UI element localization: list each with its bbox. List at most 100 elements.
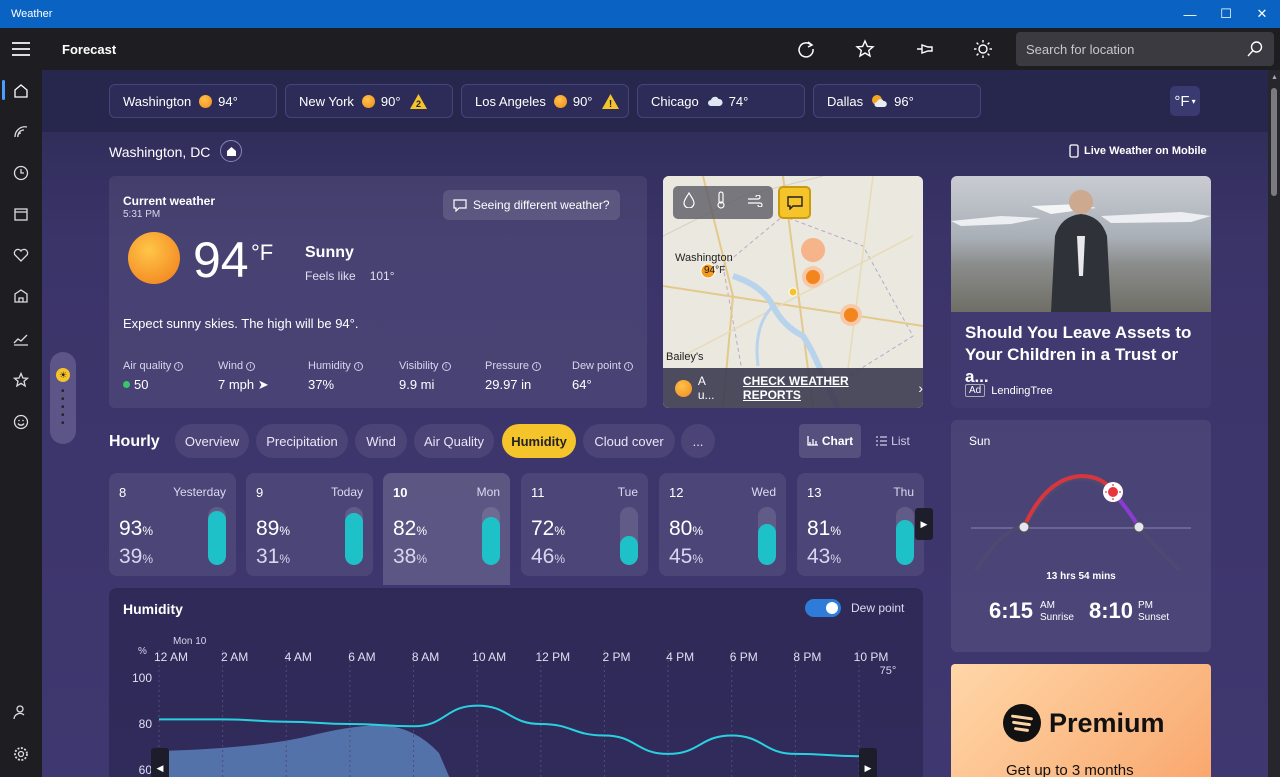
sidebar-home-icon[interactable] xyxy=(11,81,31,101)
tab-overview[interactable]: Overview xyxy=(175,424,249,458)
sunset-time: 8:10 xyxy=(1089,598,1134,623)
info-icon[interactable]: i xyxy=(174,362,184,371)
metric-wind[interactable]: Wind i 7 mph ➤ xyxy=(218,360,269,393)
day-card[interactable]: 8 Yesterday 93% 39% xyxy=(109,473,236,576)
favorite-star-icon[interactable] xyxy=(854,38,876,60)
scrollbar-thumb[interactable] xyxy=(1271,88,1277,196)
chart-scroll-left-button[interactable]: ◀ xyxy=(151,748,169,777)
day-number: 10 xyxy=(393,485,408,500)
weather-map[interactable]: Washington 94°F Bailey's A u... CHECK WE… xyxy=(663,176,923,408)
day-card[interactable]: 11 Tue 72% 46% xyxy=(521,473,648,576)
humidity-bar-fill xyxy=(482,517,500,565)
live-weather-mobile-link[interactable]: Live Weather on Mobile xyxy=(1069,144,1207,158)
sidebar-buildings-icon[interactable] xyxy=(11,286,31,306)
list-view-button[interactable]: List xyxy=(865,424,921,458)
temperature-layer-icon[interactable] xyxy=(716,191,726,214)
chart-scroll-right-button[interactable]: ▶ xyxy=(859,748,877,777)
sidebar-radar-icon[interactable] xyxy=(11,122,31,142)
metric-humidity[interactable]: Humidity i 37% xyxy=(308,360,363,392)
metric-air-quality[interactable]: Air quality i 50 xyxy=(123,360,184,392)
precipitation-layer-icon[interactable] xyxy=(683,191,695,213)
tab-cloud-cover[interactable]: Cloud cover xyxy=(583,424,675,458)
map-reports-layer-button[interactable] xyxy=(778,186,811,219)
tab-air-quality[interactable]: Air Quality xyxy=(414,424,494,458)
unit-label: °F xyxy=(1174,92,1190,110)
day-card[interactable]: 10 Mon 82% 38% xyxy=(383,473,510,585)
maximize-button[interactable]: ☐ xyxy=(1208,0,1244,28)
search-input[interactable]: Search for location xyxy=(1016,32,1274,66)
brightness-icon[interactable] xyxy=(972,38,994,60)
city-card-dallas[interactable]: Dallas 96° xyxy=(813,84,981,118)
ad-card-spotify[interactable]: Premium Get up to 3 months xyxy=(951,664,1211,777)
percent-sign: % xyxy=(279,552,291,566)
sidebar-settings-icon[interactable] xyxy=(11,744,31,764)
tab-more[interactable]: ... xyxy=(681,424,715,458)
city-card-washington[interactable]: Washington 94° xyxy=(109,84,277,118)
metric-visibility[interactable]: Visibility i 9.9 mi xyxy=(399,360,451,392)
scroll-up-icon[interactable]: ▲ xyxy=(1271,74,1278,81)
high-value: 80 xyxy=(669,517,693,540)
day-card[interactable]: 13 Thu 81% 43% xyxy=(797,473,924,576)
close-button[interactable]: ✕ xyxy=(1244,0,1280,28)
info-icon[interactable]: i xyxy=(441,362,451,371)
humidity-bar-fill xyxy=(620,536,638,565)
refresh-icon[interactable] xyxy=(795,38,817,60)
high-value: 81 xyxy=(807,517,831,540)
sidebar-favorites-icon[interactable] xyxy=(11,370,31,390)
metric-dew-point[interactable]: Dew point i 64° xyxy=(572,360,633,392)
ad-headline[interactable]: Should You Leave Assets to Your Children… xyxy=(965,322,1205,388)
sidebar-health-icon[interactable] xyxy=(11,245,31,265)
sidebar-account-icon[interactable] xyxy=(11,702,31,722)
chevron-right-icon[interactable]: › xyxy=(918,380,923,396)
ad-image xyxy=(951,176,1211,312)
metric-pressure[interactable]: Pressure i 29.97 in xyxy=(485,360,542,392)
day-low: 31% xyxy=(256,545,290,569)
map-city-temp: 94°F xyxy=(704,265,726,276)
metric-label: Humidity xyxy=(308,360,351,372)
wind-layer-icon[interactable] xyxy=(747,193,763,212)
info-icon[interactable]: i xyxy=(246,362,256,371)
pin-icon[interactable] xyxy=(914,38,936,60)
search-icon[interactable] xyxy=(1246,40,1264,61)
side-summary-pill[interactable]: ☀ • • • • • xyxy=(50,352,76,444)
home-location-button[interactable] xyxy=(220,140,242,162)
humidity-bar-fill xyxy=(896,519,914,565)
info-icon[interactable]: i xyxy=(532,362,542,371)
info-icon[interactable]: i xyxy=(623,362,633,371)
sidebar-trends-icon[interactable] xyxy=(11,328,31,348)
ad-footer: Ad LendingTree xyxy=(965,384,1053,397)
high-value: 89 xyxy=(256,517,280,540)
day-card[interactable]: 12 Wed 80% 45% xyxy=(659,473,786,576)
city-name: Washington xyxy=(123,93,192,109)
feels-like-label: Feels like xyxy=(305,269,356,283)
tab-wind[interactable]: Wind xyxy=(355,424,407,458)
ad-card-lendingtree[interactable]: Should You Leave Assets to Your Children… xyxy=(951,176,1211,408)
chevron-down-icon: ▾ xyxy=(1191,96,1196,106)
check-weather-reports-link[interactable]: CHECK WEATHER REPORTS xyxy=(743,374,908,402)
sidebar-calendar-icon[interactable] xyxy=(11,204,31,224)
city-card-chicago[interactable]: Chicago 74° xyxy=(637,84,805,118)
minimize-button[interactable]: — xyxy=(1172,0,1208,28)
sidebar-clock-icon[interactable] xyxy=(11,163,31,183)
seeing-label: Seeing different weather? xyxy=(473,198,610,212)
tab-humidity[interactable]: Humidity xyxy=(502,424,576,458)
vertical-scrollbar[interactable]: ▲ xyxy=(1268,70,1280,777)
next-days-button[interactable]: ▶ xyxy=(915,508,933,540)
menu-icon[interactable] xyxy=(12,42,30,60)
city-card-los-angeles[interactable]: Los Angeles 90° ! xyxy=(461,84,629,118)
tab-precipitation[interactable]: Precipitation xyxy=(256,424,348,458)
home-icon xyxy=(226,146,236,156)
chart-date-label: Mon 10 xyxy=(173,636,207,647)
map-city-label: Washington xyxy=(675,252,733,264)
unit-toggle-button[interactable]: °F ▾ xyxy=(1170,86,1200,116)
day-number: 13 xyxy=(807,485,822,500)
x-tick-label: 6 AM xyxy=(348,650,375,664)
city-card-new-york[interactable]: New York 90° 2 xyxy=(285,84,453,118)
sun-icon xyxy=(553,94,567,108)
sidebar-smile-icon[interactable] xyxy=(11,412,31,432)
day-number: 8 xyxy=(119,485,127,500)
day-card[interactable]: 9 Today 89% 31% xyxy=(246,473,373,576)
seeing-different-weather-button[interactable]: Seeing different weather? xyxy=(443,190,620,220)
chart-view-button[interactable]: Chart xyxy=(799,424,861,458)
info-icon[interactable]: i xyxy=(353,362,363,371)
